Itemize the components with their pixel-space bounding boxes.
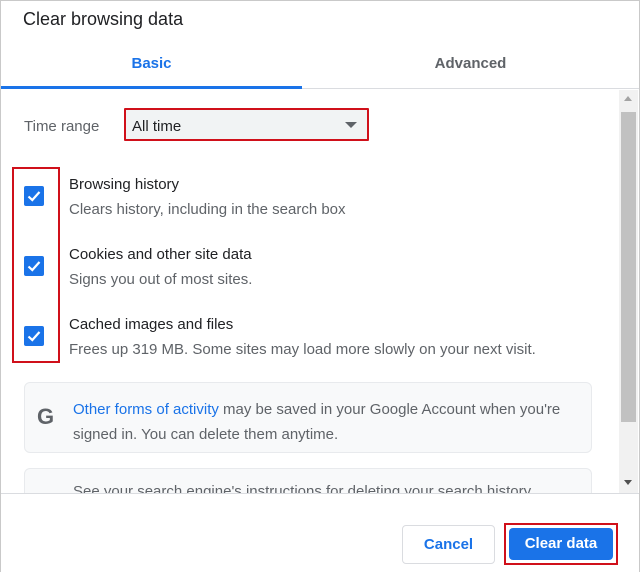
google-activity-info: G Other forms of activity may be saved i… — [24, 382, 592, 453]
other-activity-link[interactable]: Other forms of activity — [73, 401, 219, 418]
cached-images-description: Frees up 319 MB. Some sites may load mor… — [69, 341, 536, 358]
dropdown-arrow-icon — [345, 122, 357, 128]
content-scrollbar[interactable] — [619, 90, 638, 493]
browsing-history-title: Browsing history — [69, 176, 180, 193]
google-g-icon: G — [37, 404, 55, 429]
tab-advanced[interactable]: Advanced — [302, 41, 639, 88]
search-engine-info: See your search engine's instructions fo… — [24, 468, 592, 493]
dialog-content: Time range All time Browsing history Cle… — [1, 90, 619, 493]
dialog-title: Clear browsing data — [23, 9, 184, 29]
clear-data-button[interactable]: Clear data — [509, 528, 613, 560]
time-range-label: Time range — [24, 118, 100, 135]
google-activity-text: Other forms of activity may be saved in … — [73, 397, 573, 447]
tab-basic[interactable]: Basic — [1, 41, 302, 88]
tab-bar: Basic Advanced — [1, 41, 639, 89]
time-range-select[interactable]: All time — [124, 108, 369, 141]
search-engine-text: See your search engine's instructions fo… — [73, 483, 532, 493]
scrollbar-thumb[interactable] — [621, 112, 636, 422]
clear-browsing-data-dialog: Clear browsing data Basic Advanced Time … — [0, 0, 640, 572]
cached-images-title: Cached images and files — [69, 316, 234, 333]
cookies-title: Cookies and other site data — [69, 246, 252, 263]
clear-data-highlight-box: Clear data — [504, 523, 618, 565]
checkmark-icon — [27, 191, 41, 202]
cached-images-checkbox[interactable] — [24, 326, 44, 346]
checkmark-icon — [27, 261, 41, 272]
cookies-checkbox[interactable] — [24, 256, 44, 276]
browsing-history-description: Clears history, including in the search … — [69, 201, 346, 218]
browsing-history-checkbox[interactable] — [24, 186, 44, 206]
scroll-down-arrow-icon[interactable] — [624, 480, 632, 485]
active-tab-indicator — [1, 86, 302, 89]
dialog-footer: Cancel Clear data — [1, 493, 639, 572]
cookies-description: Signs you out of most sites. — [69, 271, 253, 288]
cancel-button[interactable]: Cancel — [402, 525, 495, 564]
time-range-value: All time — [132, 118, 182, 135]
checkmark-icon — [27, 331, 41, 342]
scroll-up-arrow-icon[interactable] — [624, 96, 632, 101]
